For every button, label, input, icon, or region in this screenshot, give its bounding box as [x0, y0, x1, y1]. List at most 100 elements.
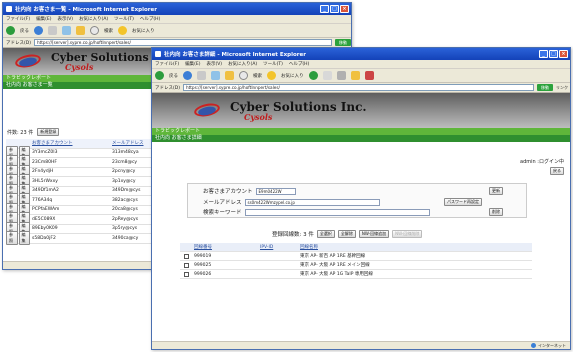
favorites-label[interactable]: お気に入り: [281, 73, 304, 79]
back-button[interactable]: 戻る: [550, 167, 564, 175]
back-menu-bar: ファイル(F) 編集(E) 表示(V) お気に入り(A) ツール(T) ヘルプ(…: [3, 15, 351, 24]
links-label[interactable]: リンク: [556, 85, 570, 91]
back-window-title: 社内向 お客さま一覧 - Microsoft Internet Explorer: [15, 7, 157, 13]
add-line-button[interactable]: NW-回線追加: [358, 230, 390, 238]
line-number-cell: 999025: [194, 262, 212, 268]
maximize-button[interactable]: □: [330, 5, 339, 13]
favorites-star-icon[interactable]: [118, 26, 127, 35]
menu-favorites[interactable]: お気に入り(A): [228, 61, 257, 67]
account-cell: 23Cm80HF: [32, 159, 57, 165]
page-subtitle: 社内向 お客さま詳細: [152, 135, 570, 142]
favorites-label[interactable]: お気に入り: [132, 28, 155, 34]
account-cell: 2Fn4ydjH: [32, 169, 54, 175]
header-account[interactable]: お客さまアカウント: [30, 140, 110, 146]
forward-arrow-icon[interactable]: [183, 71, 192, 80]
minimize-button[interactable]: _: [320, 5, 329, 13]
header-ipv-id[interactable]: IPV-ID: [258, 245, 298, 250]
search-label[interactable]: 検索: [104, 28, 113, 34]
maximize-button[interactable]: □: [549, 50, 558, 58]
password-reset-button[interactable]: パスワード再設定: [444, 198, 482, 206]
email-field[interactable]: ss0m422Wmzypel.co.jp: [244, 198, 380, 206]
tool-icon[interactable]: [364, 71, 374, 80]
menu-help[interactable]: ヘルプ(H): [289, 61, 309, 67]
row-checkbox[interactable]: [183, 271, 189, 277]
menu-file[interactable]: ファイル(F): [6, 16, 30, 22]
row-checkbox[interactable]: [183, 262, 189, 268]
account-cell: 3Y3mcZ0I3: [32, 150, 58, 156]
back-toolbar: 戻る 検索 お気に入り: [3, 24, 351, 38]
menu-tools[interactable]: ツール(T): [263, 61, 283, 67]
stop-icon[interactable]: [48, 26, 57, 35]
update-button[interactable]: 更新: [489, 187, 503, 195]
mail-icon[interactable]: [322, 71, 332, 80]
edit-button[interactable]: 編集: [18, 231, 30, 246]
user-area: admin :ログイン中 戻る: [520, 158, 564, 175]
menu-favorites[interactable]: お気に入り(A): [79, 16, 108, 22]
search-icon[interactable]: [90, 26, 99, 35]
delete-button[interactable]: 削除: [489, 208, 503, 216]
print-icon[interactable]: [336, 71, 346, 80]
back-arrow-icon[interactable]: [6, 26, 15, 35]
account-cell: 349Df1mA2: [32, 188, 59, 194]
remove-line-button[interactable]: NW-回線削除: [392, 230, 423, 238]
header-line-number[interactable]: 回線番号: [192, 244, 258, 250]
line-name-cell: 東京 AP- 新百 AP 1RE 基幹回線: [300, 254, 366, 259]
view-button[interactable]: 参照: [6, 231, 18, 246]
minimize-button[interactable]: _: [539, 50, 548, 58]
ie-icon: [6, 6, 12, 12]
front-window-title: 社内向 お客さま詳細 - Microsoft Internet Explorer: [164, 52, 306, 58]
keyword-field[interactable]: [244, 208, 430, 216]
line-name-cell: 東京 AP- 大阪 AP 1G TaIP 専用回線: [300, 272, 373, 277]
count-label: 件数: 23 件: [7, 129, 34, 136]
home-icon[interactable]: [225, 71, 234, 80]
globe-icon: [531, 343, 536, 348]
line-number-cell: 999026: [194, 271, 212, 277]
header-line-name[interactable]: 回線名称: [298, 244, 532, 250]
row-checkbox[interactable]: [183, 253, 189, 259]
line-controls: 登録回線数: 3 件 全選択 全解除 NW-回線追加 NW-回線削除: [272, 230, 423, 238]
nav-bar[interactable]: トラビックレポート: [152, 128, 570, 135]
clear-all-button[interactable]: 全解除: [337, 230, 356, 238]
front-status-bar: インターネット: [152, 341, 570, 349]
new-register-button[interactable]: 新規登録: [37, 128, 60, 136]
search-label[interactable]: 検索: [253, 73, 262, 79]
line-count-label: 登録回線数: 3 件: [272, 232, 314, 238]
brand-name: Cyber Solutions Inc.: [230, 99, 367, 114]
back-label[interactable]: 戻る: [169, 73, 178, 79]
menu-edit[interactable]: 編集(E): [36, 16, 51, 22]
stop-icon[interactable]: [197, 71, 206, 80]
back-label[interactable]: 戻る: [20, 28, 29, 34]
address-input[interactable]: https://[server].sypre.co.jp/hoftInnpert…: [33, 39, 332, 46]
front-browser-window: 社内向 お客さま詳細 - Microsoft Internet Explorer…: [151, 47, 571, 350]
folder-icon[interactable]: [350, 71, 360, 80]
go-button[interactable]: 移動: [537, 84, 553, 91]
favorites-star-icon[interactable]: [267, 71, 276, 80]
menu-file[interactable]: ファイル(F): [155, 61, 179, 67]
account-field[interactable]: E9m0422W: [255, 187, 296, 195]
line-number-cell: 999019: [194, 253, 212, 259]
address-label: アドレス(D): [155, 85, 180, 91]
account-label: お客さまアカウント: [203, 189, 253, 195]
menu-help[interactable]: ヘルプ(H): [140, 16, 160, 22]
cysols-logo: [192, 100, 222, 120]
email-label: メールアドレス: [203, 200, 242, 206]
menu-edit[interactable]: 編集(E): [185, 61, 200, 67]
home-icon[interactable]: [76, 26, 85, 35]
front-banner: Cyber Solutions Inc. Cysols: [152, 93, 570, 128]
close-button[interactable]: ×: [559, 50, 568, 58]
close-button[interactable]: ×: [340, 5, 349, 13]
back-arrow-icon[interactable]: [155, 71, 164, 80]
refresh-icon[interactable]: [211, 71, 220, 80]
search-icon[interactable]: [239, 71, 248, 80]
login-status: admin :ログイン中: [520, 159, 564, 165]
menu-tools[interactable]: ツール(T): [114, 16, 134, 22]
history-icon[interactable]: [308, 71, 318, 80]
refresh-icon[interactable]: [62, 26, 71, 35]
forward-arrow-icon[interactable]: [34, 26, 43, 35]
address-input[interactable]: https://[server].sypre.co.jp/hoftInnpert…: [182, 84, 534, 91]
select-all-button[interactable]: 全選択: [316, 230, 335, 238]
go-button[interactable]: 移動: [335, 39, 351, 46]
menu-view[interactable]: 表示(V): [57, 16, 73, 22]
menu-view[interactable]: 表示(V): [206, 61, 222, 67]
account-cell: 776A34q: [32, 197, 53, 203]
